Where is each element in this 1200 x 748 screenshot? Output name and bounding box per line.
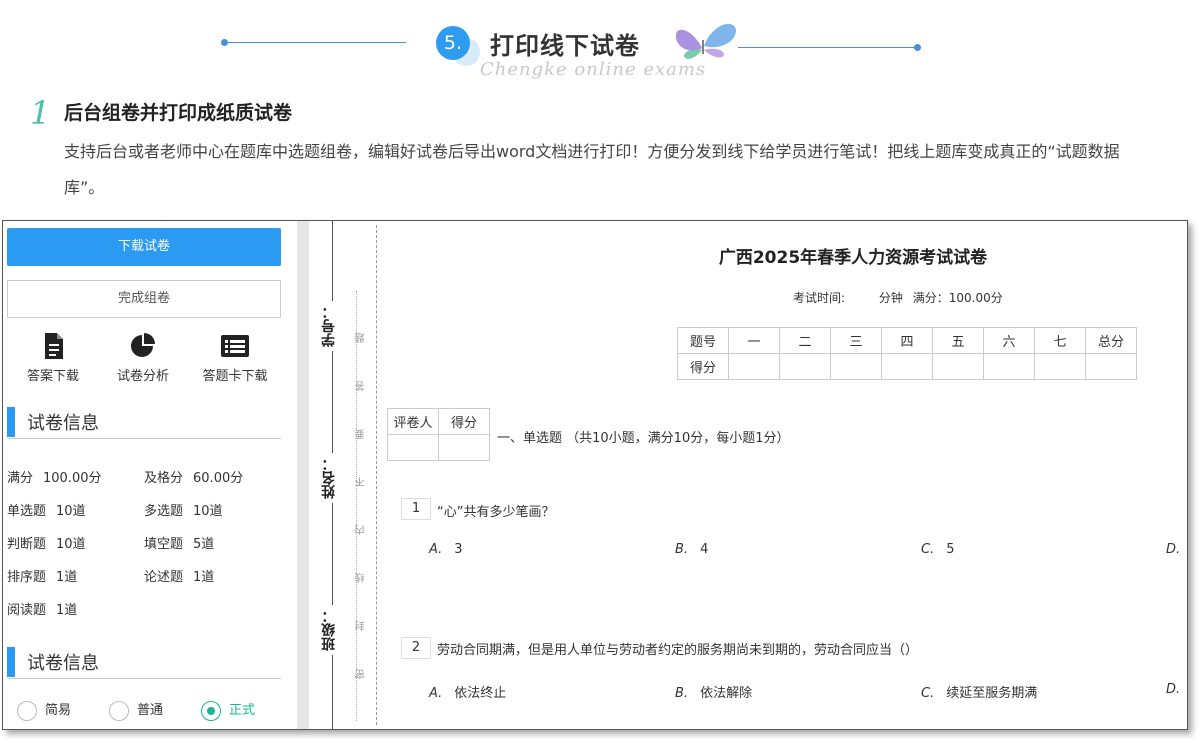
binding-dotted-line bbox=[356, 291, 357, 721]
style-radio-normal[interactable]: 普通 bbox=[109, 699, 163, 721]
header-dot-left bbox=[221, 39, 228, 46]
panel-divider bbox=[297, 221, 309, 729]
paper-analysis-label: 试卷分析 bbox=[116, 369, 169, 384]
binding-char: 线 bbox=[356, 573, 367, 583]
finish-compose-button[interactable]: 完成组卷 bbox=[7, 280, 281, 318]
question-option: B. 依法解除 bbox=[675, 686, 753, 701]
style-radio-simple[interactable]: 简易 bbox=[17, 699, 71, 721]
question-option: C. 续延至服务期满 bbox=[921, 686, 1038, 701]
question-option: A. 依法终止 bbox=[429, 686, 507, 701]
answer-card-download-tool[interactable]: 答题卡下载 bbox=[195, 331, 275, 384]
radio-circle[interactable] bbox=[109, 700, 129, 721]
info-item: 判断题 10道 bbox=[7, 537, 86, 552]
question-option: B. 4 bbox=[675, 542, 709, 557]
header-title: 打印线下试卷 bbox=[490, 32, 640, 60]
binding-char: 封 bbox=[356, 621, 367, 631]
binding-char: 密 bbox=[356, 669, 367, 679]
header-line-left bbox=[224, 42, 406, 43]
question-number: 2 bbox=[401, 637, 431, 659]
header-dot-right bbox=[914, 44, 921, 51]
question-option: A. 3 bbox=[429, 542, 463, 557]
binding-char: 内 bbox=[356, 525, 367, 535]
binding-char: 答 bbox=[356, 381, 367, 391]
question-number: 1 bbox=[401, 498, 431, 520]
section-description: 支持后台或者老师中心在题库中选题组卷，编辑好试卷后导出word文档进行打印！方便… bbox=[64, 142, 1120, 197]
info-item: 满分 100.00分 bbox=[7, 471, 102, 486]
paper-style-heading-text: 试卷信息 bbox=[27, 653, 99, 674]
info-item: 单选题 10道 bbox=[7, 504, 86, 519]
exam-duration: 分钟 bbox=[878, 291, 903, 305]
info-item: 填空题 5道 bbox=[144, 537, 215, 552]
score-table-score-row: 得分 bbox=[677, 353, 1137, 380]
list-card-icon bbox=[221, 335, 249, 357]
full-score: 满分：100.00分 bbox=[912, 291, 1003, 305]
answer-card-download-label: 答题卡下载 bbox=[202, 369, 268, 384]
left-panel: 下载试卷 完成组卷 答案下载 试卷分析 答题卡下载 试卷信息 满分 100.00… bbox=[3, 221, 297, 729]
answer-download-label: 答案下载 bbox=[26, 369, 79, 384]
binding-char: 不 bbox=[356, 477, 367, 487]
info-item: 及格分 60.00分 bbox=[144, 471, 244, 486]
question-text: “心”共有多少笔画？ bbox=[437, 505, 555, 520]
screenshot-frame: 下载试卷 完成组卷 答案下载 试卷分析 答题卡下载 试卷信息 满分 100.00… bbox=[2, 220, 1188, 730]
paper-title: 广西2025年春季人力资源考试试卷 bbox=[718, 248, 988, 268]
student-id-label: 学号： bbox=[321, 305, 337, 347]
butterfly-icon bbox=[675, 23, 736, 59]
score-table: 题号 一 二 三 四 五 六 七 总分 得分 bbox=[677, 327, 1137, 380]
heading-accent-bar bbox=[7, 647, 15, 677]
radio-circle-selected[interactable] bbox=[201, 700, 221, 721]
paper-info-heading-text: 试卷信息 bbox=[27, 413, 99, 434]
pie-chart-icon bbox=[131, 333, 155, 357]
question-section-title: 一、单选题 （共10小题，满分10分，每小题1分） bbox=[497, 431, 790, 446]
style-radio-formal[interactable]: 正式 bbox=[201, 699, 255, 721]
header-line-right bbox=[738, 47, 918, 48]
header-number-badge: 5. bbox=[436, 26, 470, 60]
info-item: 论述题 1道 bbox=[144, 570, 215, 585]
grader-table: 评卷人 得分 bbox=[387, 408, 490, 461]
section-title: 后台组卷并打印成纸质试卷 bbox=[64, 102, 293, 124]
binding-dashed-line bbox=[376, 225, 377, 725]
question-option: C. 5 bbox=[921, 542, 955, 557]
class-label: 班级： bbox=[321, 609, 337, 651]
score-table-header-row: 题号 一 二 三 四 五 六 七 总分 bbox=[677, 327, 1137, 354]
paper-meta: 考试时间: 分钟 满分：100.00分 bbox=[793, 289, 1009, 306]
paper-style-heading: 试卷信息 bbox=[7, 645, 281, 679]
name-label: 姓名： bbox=[321, 457, 337, 499]
radio-circle[interactable] bbox=[17, 700, 37, 721]
heading-accent-bar bbox=[7, 407, 15, 437]
binding-char: 要 bbox=[356, 429, 367, 439]
exam-time-label: 考试时间: bbox=[793, 291, 846, 305]
paper-analysis-tool[interactable]: 试卷分析 bbox=[103, 331, 183, 384]
info-item: 阅读题 1道 bbox=[7, 603, 78, 618]
section-number: 1 bbox=[30, 94, 51, 132]
question-option: D. bbox=[1166, 682, 1181, 697]
question-text: 劳动合同期满，但是用人单位与劳动者约定的服务期尚未到期的，劳动合同应当（） bbox=[437, 643, 919, 658]
document-icon bbox=[45, 333, 63, 359]
paper-info-heading: 试卷信息 bbox=[7, 405, 281, 439]
info-item: 多选题 10道 bbox=[144, 504, 223, 519]
info-item: 排序题 1道 bbox=[7, 570, 78, 585]
answer-download-tool[interactable]: 答案下载 bbox=[13, 331, 93, 384]
download-paper-button[interactable]: 下载试卷 bbox=[7, 228, 281, 266]
question-option: D. bbox=[1166, 542, 1181, 557]
binding-char: 题 bbox=[356, 333, 367, 343]
